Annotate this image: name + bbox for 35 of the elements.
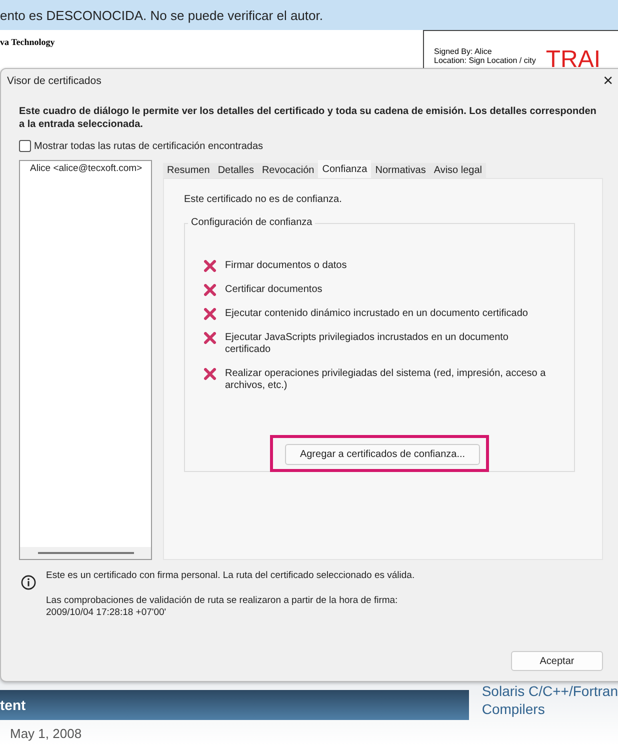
stamp-text: TRAI [546,49,601,71]
tab[interactable]: Normativas [371,163,430,178]
tab[interactable]: Confianza [318,160,372,178]
site-title: va Technology [0,37,56,47]
side-link[interactable]: Compilers [482,700,618,718]
description-text: Este cuadro de diálogo le permite ver los detalles del certificado y toda su cadena de emisión. Los detalles corresponden a la entrada seleccionada. [19,105,598,131]
date-text: May 1, 2008 [9,725,83,741]
info-text: Este es un certificado con firma personal. La ruta del certificado seleccionado es válida. [46,570,415,582]
info-text: 2009/10/04 17:28:18 +07'00' [46,607,168,619]
side-link[interactable]: Solaris C/C++/Fortran [482,682,618,700]
group-title: Configuración de confianza [188,217,316,228]
certificate-item[interactable]: Alice <alice@tecxoft.com> [30,163,142,174]
checkbox[interactable] [19,140,31,152]
permission-text: Realizar operaciones privilegiadas del sistema (red, impresión, acceso a archivos, etc.) [225,368,547,392]
tab[interactable]: Revocación [258,163,318,178]
permission-text: Firmar documentos o datos [225,260,347,272]
info-text: Las comprobaciones de validación de ruta se realizaron a partir de la hora de firma: [46,595,399,607]
scrollbar[interactable] [20,547,151,559]
signature-text: Signed By: Alice [434,47,493,56]
tab[interactable]: Aviso legal [430,163,486,178]
tab[interactable]: Resumen [163,163,214,178]
close-button[interactable]: × [599,72,617,90]
trust-status-text: Este certificado no es de confianza. [184,194,343,205]
info-bar-text: ento es DESCONOCIDA. No se puede verificar el autor. [0,8,323,22]
add-trusted-button[interactable]: Agregar a certificados de confianza... [284,444,480,465]
checkbox-label[interactable]: Mostrar todas las rutas de certificación encontradas [34,140,263,152]
permission-text: Ejecutar contenido dinámico incrustado en un documento certificado [225,308,528,320]
window-title: Visor de certificados [7,75,102,87]
tab[interactable]: Detalles [214,163,258,178]
permission-text: Certificar documentos [225,284,322,296]
info-icon [21,575,36,590]
accept-button[interactable]: Aceptar [511,651,603,671]
permission-text: Ejecutar JavaScripts privilegiados incrustados en un documento certificado [225,332,510,356]
signature-text: Location: Sign Location / city [434,56,536,65]
content-header-title: tent [0,697,26,713]
